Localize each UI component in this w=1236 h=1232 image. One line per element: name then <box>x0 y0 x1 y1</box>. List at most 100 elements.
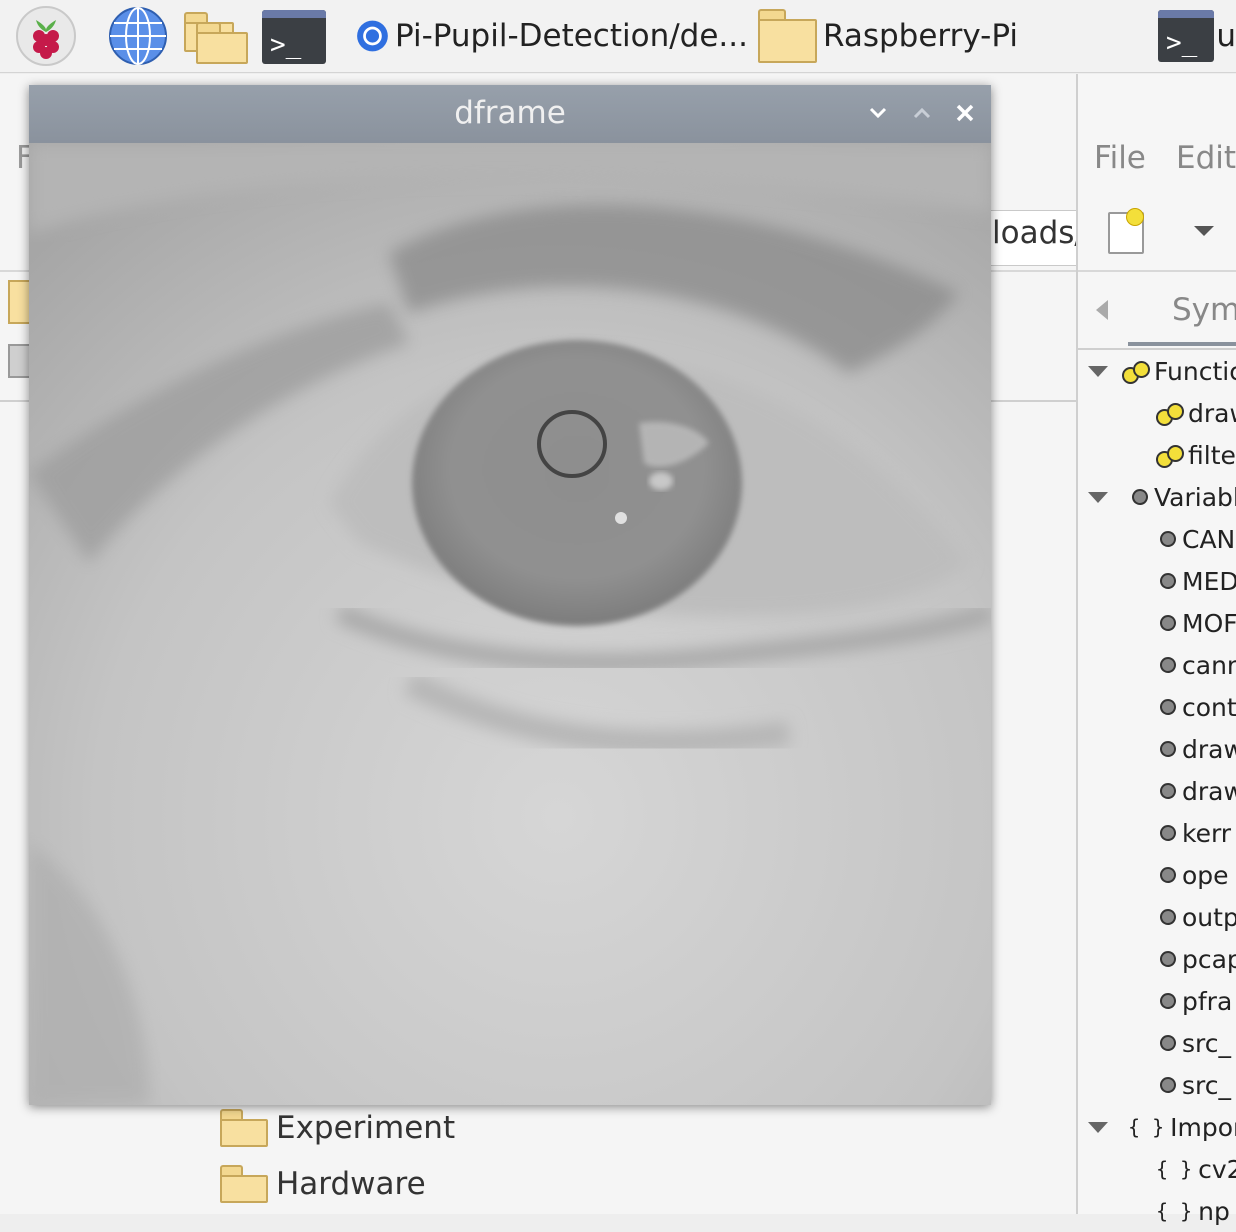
symbol-tree-row[interactable]: pcap <box>1156 938 1236 980</box>
tab-scroll-left-icon[interactable] <box>1096 300 1108 320</box>
folders-icon[interactable] <box>184 6 248 66</box>
variable-icon <box>1157 612 1179 634</box>
expander-triangle-icon[interactable] <box>1088 491 1108 503</box>
symbol-label: filte <box>1188 440 1236 470</box>
symbol-tree-row[interactable]: src_ <box>1156 1064 1231 1106</box>
variable-icon <box>1157 738 1179 760</box>
symbol-label: cann <box>1182 650 1236 680</box>
terminal-icon[interactable]: >_ <box>262 10 326 64</box>
window-title: dframe <box>454 95 566 131</box>
location-bar[interactable]: loads/ <box>990 210 1085 266</box>
symbol-label: MED <box>1182 566 1236 596</box>
file-manager-task-label: Raspberry-Pi <box>823 18 1018 54</box>
symbol-tree-row[interactable]: Functic <box>1088 350 1236 392</box>
symbol-label: pcap <box>1182 944 1236 974</box>
import-icon: { } <box>1128 1115 1165 1139</box>
raspberry-menu-icon[interactable] <box>14 6 78 66</box>
divider <box>1078 270 1236 272</box>
symbol-tree-row[interactable]: draw <box>1156 770 1236 812</box>
close-button[interactable] <box>949 97 981 129</box>
globe-browser-icon[interactable] <box>106 6 170 66</box>
file-manager-task-button[interactable]: Raspberry-Pi <box>758 6 1018 66</box>
file-name: Experiment <box>276 1110 456 1146</box>
variable-icon <box>1157 654 1179 676</box>
chevron-down-icon <box>869 107 887 119</box>
maximize-button[interactable] <box>906 97 938 129</box>
symbol-tree-row[interactable]: MED <box>1156 560 1236 602</box>
browser-task-label: Pi-Pupil-Detection/de... <box>394 18 748 54</box>
symbol-label: kerr <box>1182 818 1232 848</box>
symbol-tree-row[interactable]: filte <box>1156 434 1236 476</box>
ide-window: File Edit Sym Functic draw filte Variabl CAN… <box>1076 74 1236 1226</box>
symbol-tree-row[interactable]: cont <box>1156 686 1236 728</box>
expander-triangle-icon[interactable] <box>1088 365 1108 377</box>
expander-triangle-icon[interactable] <box>1088 1121 1108 1133</box>
window-titlebar[interactable]: dframe <box>29 85 991 143</box>
minimize-button[interactable] <box>862 97 894 129</box>
import-icon: { } <box>1156 1157 1193 1181</box>
list-item[interactable]: Hardware <box>220 1162 426 1206</box>
function-icon <box>1156 445 1184 468</box>
symbol-tree-row[interactable]: ope <box>1156 854 1229 896</box>
variable-icon <box>1157 570 1179 592</box>
symbol-label: Variabl <box>1154 482 1236 512</box>
symbol-label: draw <box>1182 776 1236 806</box>
new-file-icon[interactable] <box>1108 208 1144 254</box>
browser-task-button[interactable]: Pi-Pupil-Detection/de... <box>356 6 748 66</box>
close-icon <box>956 104 974 122</box>
symbol-tree-row[interactable]: draw <box>1156 728 1236 770</box>
variable-icon <box>1157 990 1179 1012</box>
symbol-label: ope <box>1182 860 1229 890</box>
dframe-window: dframe <box>29 85 991 1105</box>
menu-file[interactable]: File <box>1094 140 1146 176</box>
function-icon <box>1122 361 1150 384</box>
import-icon: { } <box>1156 1199 1193 1223</box>
chromium-icon <box>357 20 388 52</box>
symbol-tree-row[interactable]: { } cv2 <box>1156 1148 1236 1190</box>
symbol-label: Import <box>1170 1112 1236 1142</box>
symbol-tree-row[interactable]: src_ <box>1156 1022 1231 1064</box>
symbol-label: src_ <box>1182 1070 1231 1100</box>
symbol-tree-row[interactable]: { }Import <box>1088 1106 1236 1148</box>
variable-icon <box>1129 486 1151 508</box>
symbol-tree-row[interactable]: cann <box>1156 644 1236 686</box>
symbol-label: src_ <box>1182 1028 1231 1058</box>
variable-icon <box>1157 906 1179 928</box>
symbol-tree-row[interactable]: { } np <box>1156 1190 1230 1232</box>
dropdown-arrow-icon[interactable] <box>1194 226 1214 236</box>
symbol-tree-row[interactable]: Variabl <box>1088 476 1236 518</box>
symbol-label: cont <box>1182 692 1236 722</box>
variable-icon <box>1157 822 1179 844</box>
variable-icon <box>1157 948 1179 970</box>
file-name: Hardware <box>276 1166 426 1202</box>
symbol-tree-row[interactable]: MOF <box>1156 602 1236 644</box>
tab-active-indicator <box>1128 342 1236 346</box>
symbol-label: outp <box>1182 902 1236 932</box>
symbol-tree-row[interactable]: draw <box>1156 392 1236 434</box>
menu-edit[interactable]: Edit <box>1176 140 1236 176</box>
symbol-label: MOF <box>1182 608 1236 638</box>
symbol-label: Functic <box>1154 356 1236 386</box>
folder-icon <box>220 1165 268 1203</box>
symbol-tree-row[interactable]: CAN <box>1156 518 1235 560</box>
symbol-label: draw <box>1188 398 1236 428</box>
taskbar: >_ Pi-Pupil-Detection/de... Raspberry-Pi… <box>0 0 1236 73</box>
variable-icon <box>1157 780 1179 802</box>
folder-icon <box>758 9 817 63</box>
tab-symbols[interactable]: Sym <box>1172 292 1236 328</box>
terminal-icon: >_ <box>1158 10 1215 62</box>
terminal-task-button[interactable]: >_ u <box>1158 6 1236 66</box>
function-icon <box>1156 403 1184 426</box>
variable-icon <box>1157 1032 1179 1054</box>
symbol-tree-row[interactable]: pfra <box>1156 980 1232 1022</box>
symbol-label: CAN <box>1182 524 1236 554</box>
symbol-tree-row[interactable]: kerr <box>1156 812 1231 854</box>
chevron-up-icon <box>913 107 931 119</box>
symbol-label: pfra <box>1182 986 1233 1016</box>
camera-frame-image <box>29 143 991 1105</box>
variable-icon <box>1157 1074 1179 1096</box>
variable-icon <box>1157 864 1179 886</box>
list-item[interactable]: Experiment <box>220 1106 455 1150</box>
symbol-label: draw <box>1182 734 1236 764</box>
symbol-tree-row[interactable]: outp <box>1156 896 1236 938</box>
